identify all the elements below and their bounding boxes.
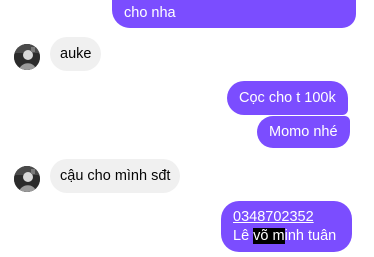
name-text-end: inh tuân <box>284 228 337 244</box>
incoming-message-bubble[interactable]: auke <box>50 37 102 71</box>
message-text: Momo nhé <box>269 124 338 140</box>
message-text: Lê võ minh tuân <box>233 227 340 246</box>
outgoing-message-bubble[interactable]: Momo nhé <box>257 116 350 148</box>
avatar-photo-icon <box>14 44 40 70</box>
avatar-photo-icon <box>14 166 40 192</box>
message-text: cho nha <box>124 5 176 21</box>
incoming-message-bubble[interactable]: cậu cho mình sđt <box>50 159 181 193</box>
name-text-start: Lê <box>233 228 254 244</box>
contact-avatar[interactable] <box>14 166 40 192</box>
message-text: auke <box>60 46 92 62</box>
message-text: cậu cho mình sđt <box>60 168 171 184</box>
phone-number-link[interactable]: 0348702352 <box>233 208 340 227</box>
outgoing-message-bubble[interactable]: cho nha <box>112 0 356 28</box>
selected-text[interactable]: võ m <box>253 228 285 244</box>
outgoing-message-bubble[interactable]: 0348702352 Lê võ minh tuân <box>221 201 352 252</box>
message-text: Cọc cho t 100k <box>239 90 336 106</box>
outgoing-message-bubble[interactable]: Cọc cho t 100k <box>227 81 348 115</box>
contact-avatar[interactable] <box>14 44 40 70</box>
